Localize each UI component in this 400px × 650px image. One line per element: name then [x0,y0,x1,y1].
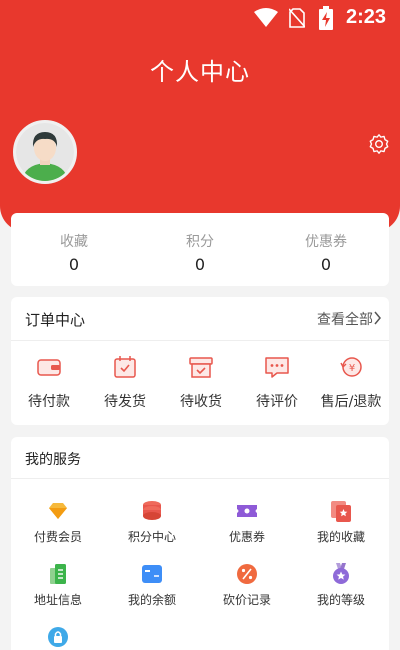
wifi-icon [254,8,278,27]
service-security[interactable] [11,625,105,650]
stat-value: 0 [194,255,206,274]
stat-coupons[interactable]: 优惠券 0 [263,213,389,286]
status-time: 2:23 [346,6,387,28]
bookmark-star-icon [331,501,351,522]
service-label: 我的收藏 [316,530,365,544]
user-avatar-icon [16,123,74,181]
service-label: 砍价记录 [222,593,271,607]
battery-charging-icon [319,6,333,30]
chat-dots-icon [265,357,289,378]
stat-label: 优惠券 [305,234,347,250]
settings-gear-icon[interactable] [368,133,390,155]
refund-icon: ¥ [340,357,362,377]
medal-icon [333,563,349,584]
order-item-label: 待收货 [180,394,222,410]
service-address-info[interactable]: 地址信息 [11,562,105,618]
stat-value: 0 [68,255,80,274]
diamond-icon [49,503,67,519]
box-check-icon [189,357,213,378]
balance-card-icon [142,565,162,583]
view-all-orders-link[interactable]: 查看全部 [317,309,373,329]
calendar-check-icon [114,356,136,378]
order-center-card: 订单中心 查看全部 待付款 待发货 待收货 待评价 ¥ 售后/退款 [11,297,389,425]
service-points-center[interactable]: 积分中心 [105,499,199,555]
wallet-icon [37,359,61,376]
order-pending-receipt[interactable]: 待收货 [163,341,239,425]
my-services-title: 我的服务 [25,452,81,468]
order-item-label: 待付款 [28,394,70,410]
stat-value: 0 [320,255,332,274]
svg-text:¥: ¥ [349,363,355,374]
order-center-title: 订单中心 [25,311,86,329]
coupon-icon [237,505,257,517]
service-label: 我的余额 [127,593,176,607]
stat-label: 收藏 [60,234,88,250]
service-my-balance[interactable]: 我的余额 [105,562,199,618]
stat-points[interactable]: 积分 0 [137,213,263,286]
service-label: 地址信息 [33,593,82,607]
order-pending-payment[interactable]: 待付款 [11,341,87,425]
discount-icon [237,564,257,584]
my-services-card: 我的服务 付费会员 积分中心 优惠券 我的收藏 地址信息 我的余额 砍价记录 我… [11,437,389,650]
service-my-favorites[interactable]: 我的收藏 [294,499,388,555]
order-item-label: 待发货 [104,394,146,410]
stats-card: 收藏 0 积分 0 优惠券 0 [11,213,389,286]
service-paid-membership[interactable]: 付费会员 [11,499,105,555]
order-item-label: 待评价 [256,394,298,410]
address-card-icon [50,564,66,584]
coin-stack-icon [143,501,161,520]
service-label: 优惠券 [228,530,265,544]
service-label: 付费会员 [33,530,82,544]
chevron-right-icon[interactable] [373,311,382,325]
order-after-sales-refund[interactable]: ¥ 售后/退款 [313,341,389,425]
avatar[interactable] [13,120,77,184]
stat-label: 积分 [186,234,214,250]
page-title: 个人中心 [150,58,250,86]
status-bar: 2:23 [0,0,400,36]
lock-icon [48,627,68,647]
order-pending-shipment[interactable]: 待发货 [87,341,163,425]
service-coupons[interactable]: 优惠券 [200,499,294,555]
service-bargain-records[interactable]: 砍价记录 [200,562,294,618]
order-center-header: 订单中心 查看全部 [11,297,389,341]
my-services-header: 我的服务 [11,437,389,479]
stat-favorites[interactable]: 收藏 0 [11,213,137,286]
order-pending-review[interactable]: 待评价 [239,341,315,425]
service-label: 积分中心 [127,530,176,544]
order-item-label: 售后/退款 [320,394,382,410]
service-my-level[interactable]: 我的等级 [294,562,388,618]
service-label: 我的等级 [316,593,365,607]
no-sim-icon [289,8,305,28]
